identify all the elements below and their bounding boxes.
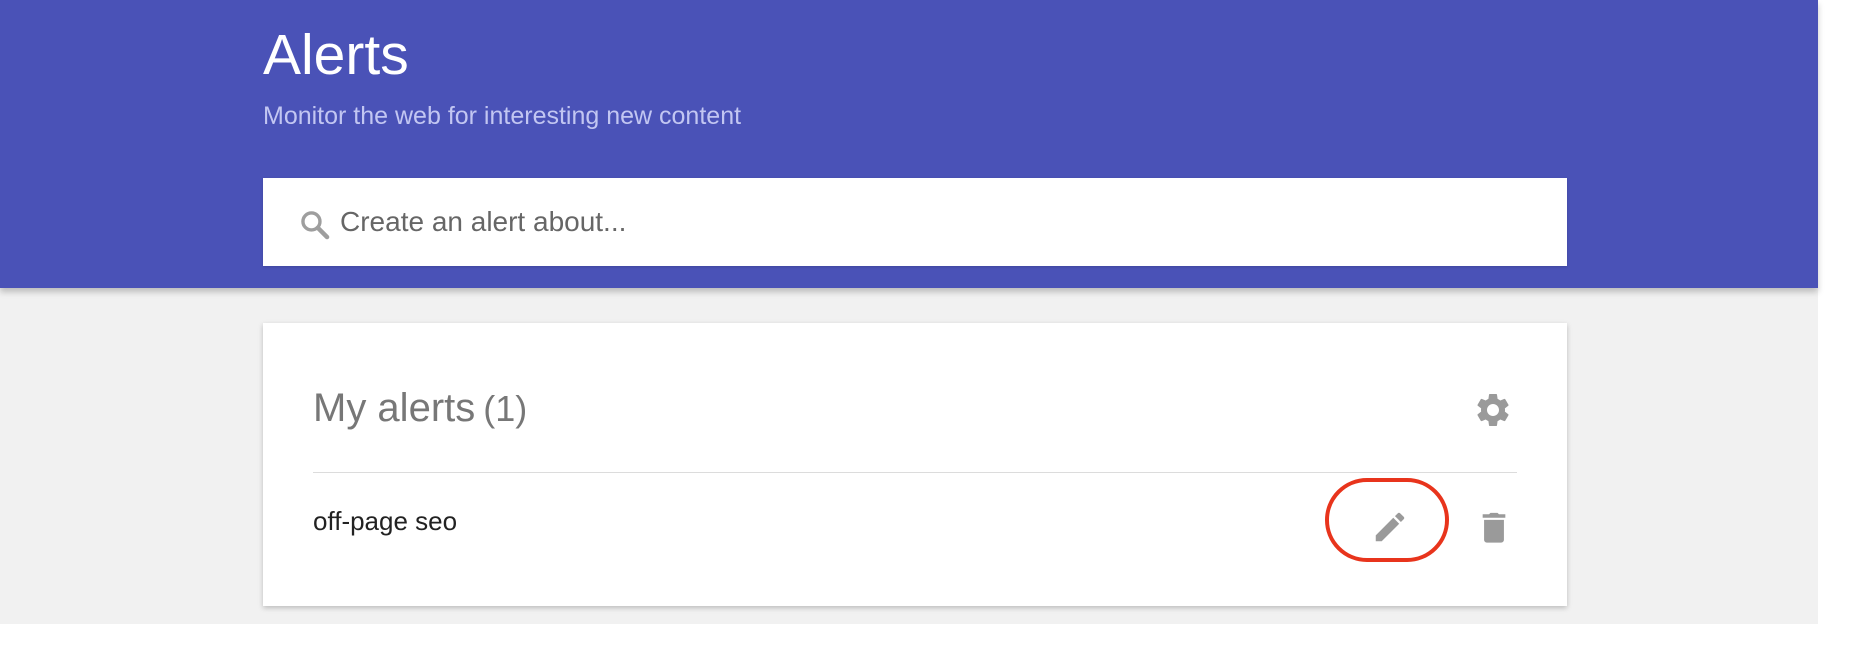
page-header: Alerts Monitor the web for interesting n… bbox=[0, 0, 1818, 288]
trash-icon[interactable] bbox=[1477, 508, 1511, 546]
my-alerts-card: My alerts (1) off-page seo bbox=[263, 323, 1567, 606]
edit-highlight-circle bbox=[1325, 478, 1449, 562]
my-alerts-heading: My alerts (1) bbox=[313, 383, 527, 434]
my-alerts-title: My alerts bbox=[313, 386, 476, 430]
page-title: Alerts bbox=[263, 23, 409, 87]
page-subtitle: Monitor the web for interesting new cont… bbox=[263, 102, 742, 130]
alert-name: off-page seo bbox=[313, 506, 458, 536]
gear-icon[interactable] bbox=[1473, 390, 1513, 430]
alert-count: (1) bbox=[483, 388, 528, 429]
search-input[interactable] bbox=[340, 196, 1520, 248]
search-icon bbox=[298, 208, 332, 242]
divider bbox=[313, 472, 1517, 473]
alerts-page: Alerts Monitor the web for interesting n… bbox=[0, 0, 1818, 624]
